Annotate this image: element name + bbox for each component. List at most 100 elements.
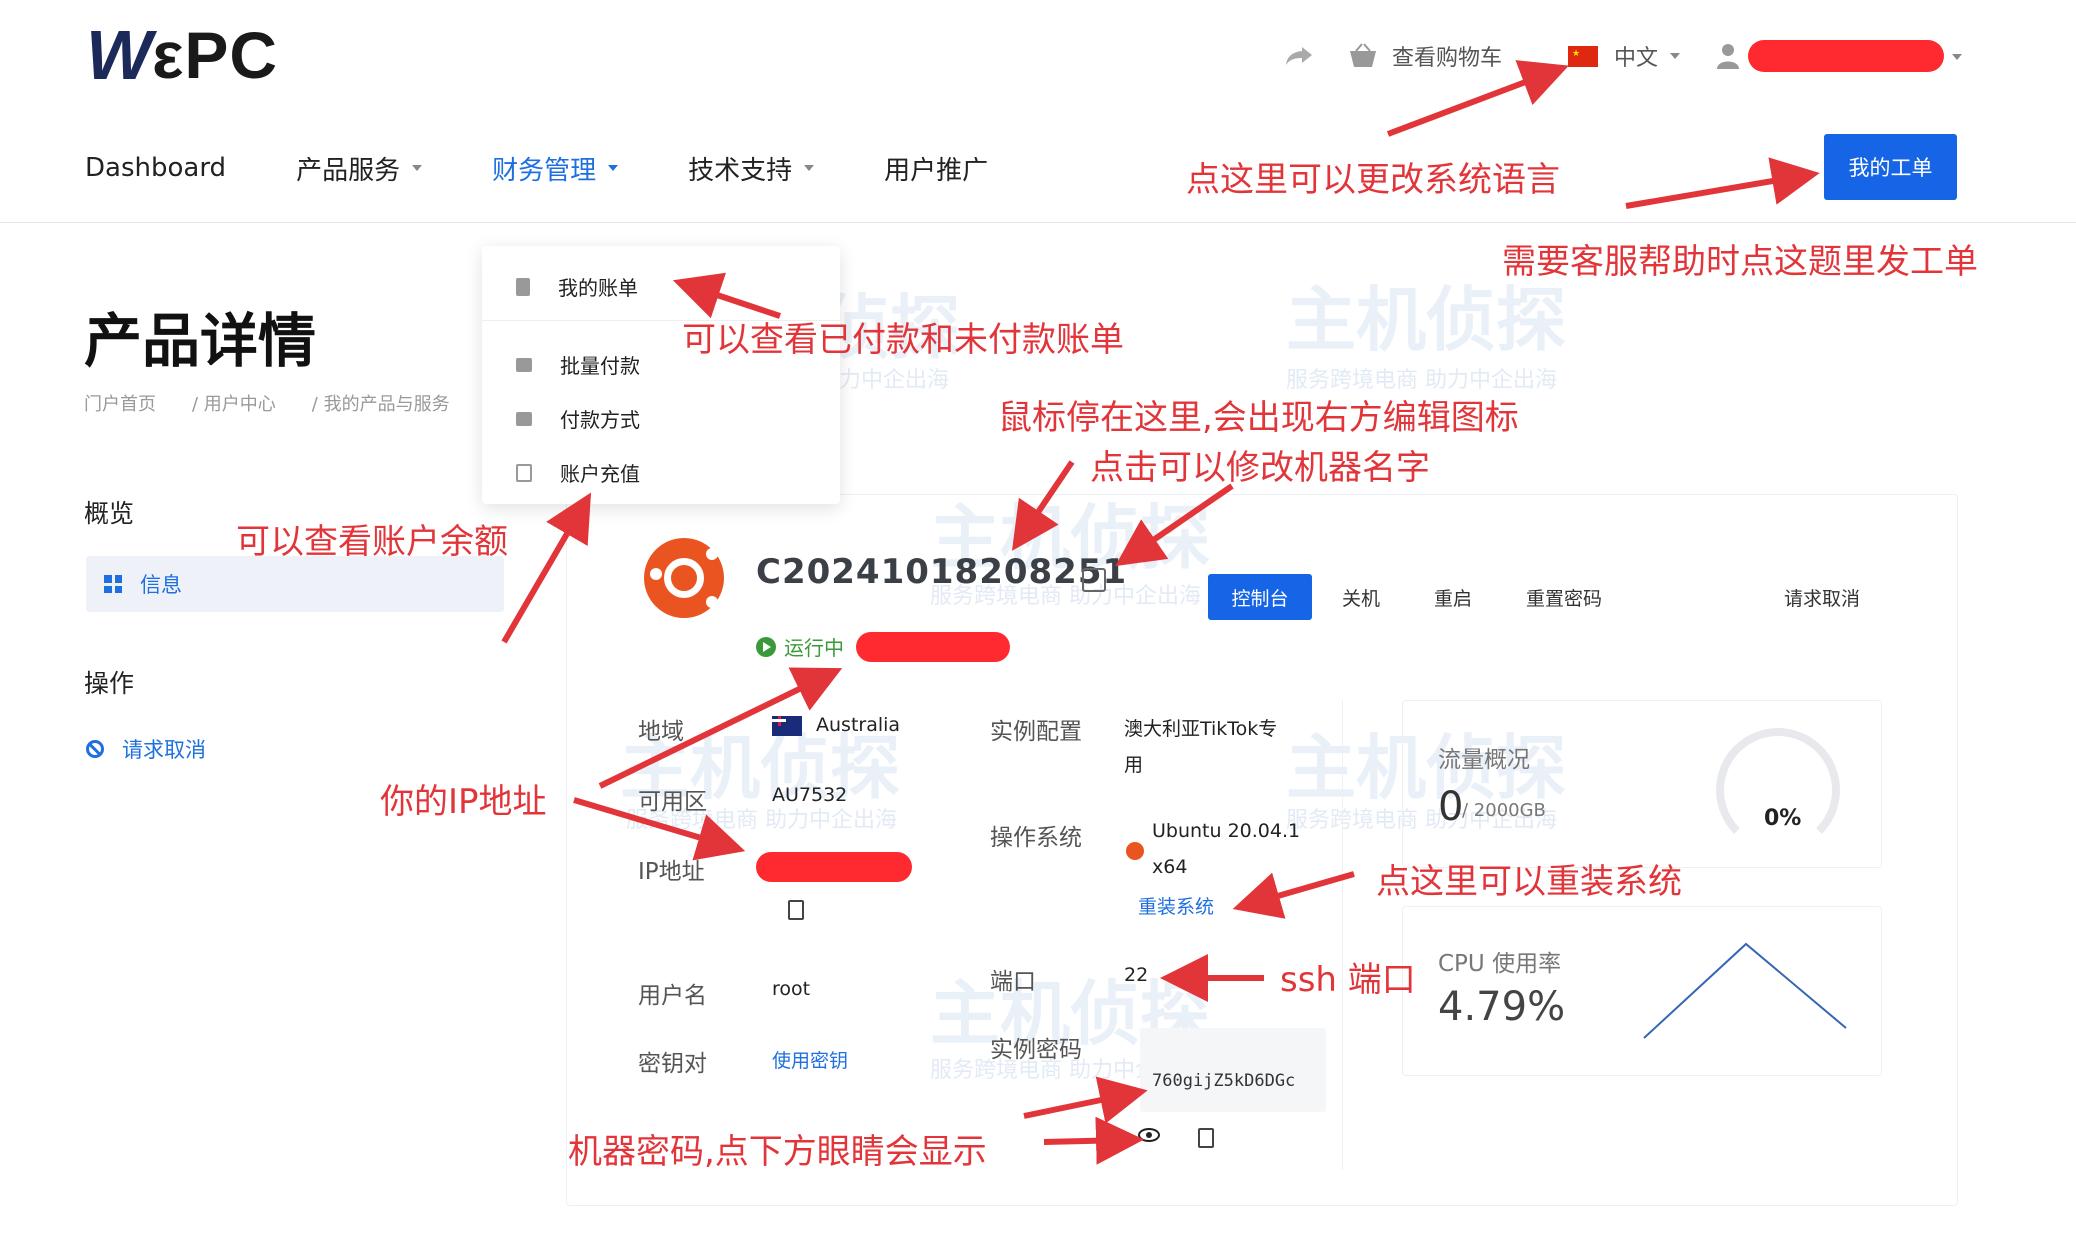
password-field: 760gijZ5kD6DGc [1140,1028,1326,1112]
os-value-line1: Ubuntu 20.04.1 [1152,820,1301,842]
breadcrumb-home[interactable]: 门户首页 [84,390,156,416]
status-badge: 运行中 [756,632,844,661]
console-button[interactable]: 控制台 [1208,574,1312,620]
clipboard-icon[interactable] [788,900,804,920]
status-text: 运行中 [784,636,844,660]
cpu-title: CPU 使用率 [1438,951,1562,977]
annotation-ticket: 需要客服帮助时点这题里发工单 [1502,242,1978,282]
ubuntu-logo-dot [706,596,718,608]
annotation-bills: 可以查看已付款和未付款账单 [682,320,1124,360]
os-value-line2: x64 [1152,856,1188,878]
request-cancel-button[interactable]: 请求取消 [1784,584,1860,611]
clipboard-icon[interactable] [1198,1128,1214,1148]
port-value: 22 [1124,964,1149,986]
chevron-down-icon [412,165,423,171]
use-key-link[interactable]: 使用密钥 [772,1046,848,1073]
user-menu[interactable] [1716,30,1740,82]
finance-dropdown: 我的账单 批量付款 付款方式 账户充值 [482,246,840,504]
region-value: Australia [772,714,900,736]
ubuntu-logo-ring [664,558,704,598]
os-label: 操作系统 [990,825,1082,851]
sidebar-item-request-cancel[interactable]: 请求取消 [86,734,206,764]
zone-label: 可用区 [638,789,707,815]
chevron-down-icon [1952,54,1962,60]
annotation-reinstall: 点这里可以重装系统 [1376,862,1682,902]
menu-item-my-bills[interactable]: 我的账单 [516,272,638,301]
region-label: 地域 [638,719,684,745]
nav-affiliate[interactable]: 用户推广 [884,150,988,187]
reinstall-link[interactable]: 重装系统 [1138,892,1214,919]
traffic-used: 0 [1438,784,1464,830]
reset-password-button[interactable]: 重置密码 [1526,584,1602,611]
config-label: 实例配置 [990,719,1082,745]
reboot-button[interactable]: 重启 [1434,584,1472,611]
logo-text: εPC [152,18,279,92]
menu-item-payment-methods[interactable]: 付款方式 [516,404,640,433]
column-divider [1342,700,1343,1170]
china-flag-icon: ★ [1568,45,1598,67]
menu-item-top-up[interactable]: 账户充值 [516,458,640,487]
cart-label: 查看购物车 [1392,46,1503,71]
dashboard-icon [104,575,122,593]
play-icon [756,636,776,657]
cpu-sparkline [1643,942,1847,1039]
menu-item-batch-pay[interactable]: 批量付款 [516,350,640,379]
overview-heading: 概览 [84,499,135,528]
nav-finance[interactable]: 财务管理 [492,150,619,187]
brand-logo[interactable]: W εPC [86,16,279,94]
breadcrumb-user-center[interactable]: / 用户中心 [192,390,276,416]
nav-products[interactable]: 产品服务 [296,150,423,187]
username-label: 用户名 [638,983,707,1009]
language-selector[interactable]: ★ 中文 [1568,30,1681,82]
annotation-ssh: ssh 端口 [1280,960,1416,1000]
config-value-line2: 用 [1124,754,1144,776]
sidebar-item-label: 请求取消 [122,738,206,762]
ubuntu-logo-dot [706,548,718,560]
operations-heading: 操作 [84,669,135,698]
page-title: 产品详情 [84,307,317,375]
instance-name[interactable]: C20241018208251 [756,552,1127,592]
edit-icon[interactable] [1082,568,1106,592]
breadcrumb: 门户首页 / 用户中心 / 我的产品与服务 [84,390,486,416]
instance-actions: 控制台 关机 重启 重置密码 [1208,574,1656,620]
ubuntu-small-icon [1126,842,1144,860]
cpu-value: 4.79% [1438,984,1566,1030]
traffic-gauge [1716,728,1840,852]
annotation-balance: 可以查看账户余额 [236,522,508,562]
breadcrumb-products[interactable]: / 我的产品与服务 [312,390,450,416]
australia-flag-icon [772,715,802,736]
traffic-title: 流量概况 [1438,747,1530,773]
annotation-rename: 点击可以修改机器名字 [1090,448,1430,488]
nav-support[interactable]: 技术支持 [688,150,815,187]
ban-icon [86,740,104,758]
shutdown-button[interactable]: 关机 [1342,584,1380,611]
cart-link[interactable]: 查看购物车 [1348,30,1502,82]
username-value: root [772,978,811,1000]
eye-icon[interactable] [1138,1128,1160,1142]
nav-dashboard[interactable]: Dashboard [85,153,226,183]
language-label: 中文 [1614,46,1659,71]
annotation-hover-edit: 鼠标停在这里,会出现右方编辑图标 [998,398,1519,438]
port-label: 端口 [990,969,1036,995]
wallet-icon [516,463,532,482]
password-label: 实例密码 [990,1037,1082,1063]
config-value-line1: 澳大利亚TikTok专 [1124,718,1278,740]
annotation-ip: 你的IP地址 [380,782,547,822]
sidebar-item-label: 信息 [140,573,182,597]
password-value: 760gijZ5kD6DGc [1152,1071,1296,1091]
cash-icon [516,357,532,372]
logo-mark: W [86,16,152,94]
annotation-language: 点这里可以更改系统语言 [1186,160,1560,200]
keypair-label: 密钥对 [638,1051,707,1077]
redacted-username [1748,40,1944,72]
my-tickets-button[interactable]: 我的工单 [1824,134,1957,200]
sidebar-item-info[interactable]: 信息 [86,556,504,612]
annotation-password: 机器密码,点下方眼睛会显示 [568,1132,987,1172]
share-icon[interactable] [1284,30,1314,82]
chevron-down-icon [608,165,619,171]
traffic-total: / 2000GB [1462,800,1546,821]
header-divider [0,222,2076,223]
chevron-down-icon [1670,53,1681,59]
main-nav: Dashboard 产品服务 财务管理 技术支持 用户推广 [85,140,1058,196]
ip-label: IP地址 [638,859,705,885]
